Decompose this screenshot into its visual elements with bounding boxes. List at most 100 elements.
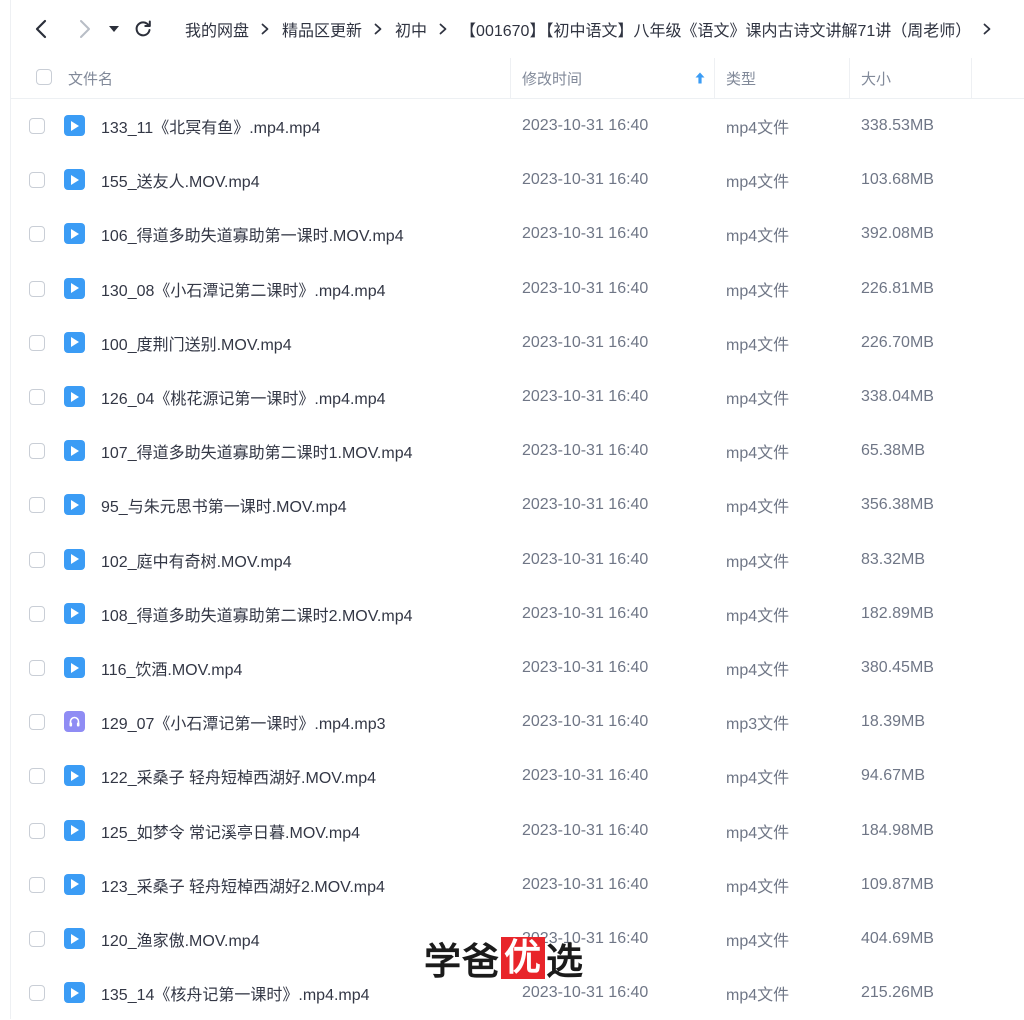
- file-name[interactable]: 107_得道多助失道寡助第二课时1.MOV.mp4: [101, 424, 413, 478]
- row-checkbox[interactable]: [29, 389, 45, 405]
- file-name[interactable]: 106_得道多助失道寡助第一课时.MOV.mp4: [101, 207, 404, 261]
- file-row[interactable]: 133_11《北冥有鱼》.mp4.mp4 2023-10-31 16:40 mp4文…: [11, 99, 1024, 153]
- file-row[interactable]: 108_得道多助失道寡助第二课时2.MOV.mp4 2023-10-31 16:4…: [11, 587, 1024, 641]
- file-size: 226.81MB: [861, 279, 934, 297]
- file-size: 380.45MB: [861, 659, 934, 676]
- file-row[interactable]: 125_如梦令 常记溪亭日暮.MOV.mp4 2023-10-31 16:40 mp…: [11, 804, 1024, 858]
- file-name[interactable]: 95_与朱元思书第一课时.MOV.mp4: [101, 478, 347, 532]
- file-type: mp4文件: [726, 933, 790, 950]
- file-name[interactable]: 130_08《小石潭记第二课时》.mp4.mp4: [101, 262, 386, 316]
- video-file-icon: [64, 982, 85, 1004]
- file-list-header: 文件名 修改时间 类型 大小: [11, 58, 1024, 99]
- file-size: 338.04MB: [861, 388, 934, 405]
- file-size: 182.89MB: [861, 604, 934, 622]
- row-checkbox[interactable]: [29, 876, 45, 893]
- navigation-bar: 我的网盘 精品区更新 初中 【001670】【初中语文】八年级《语文》课内古诗文…: [0, 0, 1024, 58]
- row-checkbox[interactable]: [29, 605, 45, 622]
- file-type: mp4文件: [726, 553, 790, 571]
- row-checkbox[interactable]: [29, 118, 45, 134]
- file-name[interactable]: 155_送友人.MOV.mp4: [101, 153, 260, 207]
- file-row[interactable]: 126_04《桃花源记第一课时》.mp4.mp4 2023-10-31 16:40…: [11, 370, 1024, 424]
- file-row[interactable]: 102_庭中有奇树.MOV.mp4 2023-10-31 16:40 mp4文件 83…: [11, 533, 1024, 587]
- breadcrumb-item-root[interactable]: 我的网盘: [185, 17, 249, 41]
- row-checkbox[interactable]: [29, 443, 45, 460]
- back-button[interactable]: [30, 14, 52, 44]
- column-header-type[interactable]: 类型: [726, 58, 756, 98]
- file-size: 83.32MB: [861, 550, 926, 568]
- watermark-logo: 学爸优选: [424, 934, 584, 984]
- row-checkbox[interactable]: [29, 497, 45, 514]
- refresh-icon: [135, 20, 151, 37]
- select-all-checkbox[interactable]: [36, 69, 52, 85]
- file-row[interactable]: 106_得道多助失道寡助第一课时.MOV.mp4 2023-10-31 16:40…: [11, 207, 1024, 261]
- watermark-text: 选: [546, 940, 584, 983]
- row-checkbox[interactable]: [29, 822, 45, 839]
- row-checkbox[interactable]: [29, 551, 45, 568]
- file-type: mp4文件: [726, 824, 790, 842]
- video-file-icon: [64, 602, 85, 624]
- row-checkbox[interactable]: [29, 714, 45, 731]
- file-type: mp4文件: [726, 607, 790, 625]
- file-row[interactable]: 100_度荆门送别.MOV.mp4 2023-10-31 16:40 mp4文件 22…: [11, 316, 1024, 370]
- file-name[interactable]: 135_14《核舟记第一课时》.mp4.mp4: [101, 966, 370, 1020]
- row-checkbox[interactable]: [29, 280, 45, 297]
- column-header-size[interactable]: 大小: [861, 58, 891, 98]
- file-name[interactable]: 122_采桑子 轻舟短棹西湖好.MOV.mp4: [101, 749, 376, 803]
- video-file-icon: [64, 873, 85, 895]
- refresh-button[interactable]: [132, 14, 154, 44]
- breadcrumb-separator-icon: [983, 23, 991, 35]
- file-modified-date: 2023-10-31 16:40: [522, 171, 649, 189]
- video-file-icon: [64, 548, 85, 570]
- file-size: 404.69MB: [861, 930, 934, 947]
- column-header-modified[interactable]: 修改时间: [522, 58, 582, 98]
- file-name[interactable]: 100_度荆门送别.MOV.mp4: [101, 316, 292, 370]
- video-file-icon: [64, 819, 85, 841]
- breadcrumb-item-junior-high[interactable]: 初中: [395, 17, 427, 41]
- sort-ascending-icon[interactable]: [695, 58, 705, 98]
- file-row[interactable]: 122_采桑子 轻舟短棹西湖好.MOV.mp4 2023-10-31 16:40 m…: [11, 749, 1024, 803]
- row-checkbox[interactable]: [29, 931, 45, 947]
- file-name[interactable]: 108_得道多助失道寡助第二课时2.MOV.mp4: [101, 587, 413, 641]
- file-name[interactable]: 123_采桑子 轻舟短棹西湖好2.MOV.mp4: [101, 858, 385, 912]
- file-row[interactable]: 116_饮酒.MOV.mp4 2023-10-31 16:40 mp4文件 380.4…: [11, 641, 1024, 695]
- breadcrumb-separator-icon: [374, 23, 382, 35]
- column-divider: [714, 58, 715, 98]
- file-type: mp4文件: [726, 662, 790, 679]
- file-modified-date: 2023-10-31 16:40: [522, 875, 649, 893]
- row-checkbox[interactable]: [29, 768, 45, 785]
- column-divider: [971, 58, 972, 98]
- file-row[interactable]: 130_08《小石潭记第二课时》.mp4.mp4 2023-10-31 16:40…: [11, 262, 1024, 316]
- file-type: mp4文件: [726, 336, 790, 354]
- file-name[interactable]: 126_04《桃花源记第一课时》.mp4.mp4: [101, 370, 386, 424]
- row-checkbox[interactable]: [29, 172, 45, 189]
- history-dropdown-button[interactable]: [106, 14, 122, 44]
- file-size: 184.98MB: [861, 821, 934, 839]
- file-name[interactable]: 120_渔家傲.MOV.mp4: [101, 912, 260, 966]
- file-row[interactable]: 155_送友人.MOV.mp4 2023-10-31 16:40 mp4文件 103.…: [11, 153, 1024, 207]
- file-name[interactable]: 125_如梦令 常记溪亭日暮.MOV.mp4: [101, 804, 360, 858]
- row-checkbox[interactable]: [29, 985, 45, 1002]
- row-checkbox[interactable]: [29, 226, 45, 243]
- file-row[interactable]: 129_07《小石潭记第一课时》.mp4.mp3 2023-10-31 16:40…: [11, 695, 1024, 749]
- breadcrumb-item-current-folder[interactable]: 【001670】【初中语文】八年级《语文》课内古诗文讲解71讲（周老师）: [460, 17, 971, 41]
- row-checkbox[interactable]: [29, 660, 45, 676]
- file-size: 109.87MB: [861, 875, 934, 893]
- file-name[interactable]: 129_07《小石潭记第一课时》.mp4.mp3: [101, 695, 386, 749]
- file-name[interactable]: 116_饮酒.MOV.mp4: [101, 641, 242, 695]
- file-modified-date: 2023-10-31 16:40: [522, 442, 649, 460]
- file-size: 18.39MB: [861, 713, 926, 731]
- file-type: mp4文件: [726, 228, 790, 246]
- video-file-icon: [64, 169, 85, 191]
- file-name[interactable]: 102_庭中有奇树.MOV.mp4: [101, 533, 292, 587]
- breadcrumb-item-premium[interactable]: 精品区更新: [282, 17, 362, 41]
- file-row[interactable]: 95_与朱元思书第一课时.MOV.mp4 2023-10-31 16:40 mp4文…: [11, 478, 1024, 532]
- column-header-name[interactable]: 文件名: [68, 58, 113, 98]
- chevron-right-icon: [80, 20, 90, 38]
- file-row[interactable]: 107_得道多助失道寡助第二课时1.MOV.mp4 2023-10-31 16:4…: [11, 424, 1024, 478]
- video-file-icon: [64, 657, 85, 678]
- file-row[interactable]: 123_采桑子 轻舟短棹西湖好2.MOV.mp4 2023-10-31 16:40…: [11, 858, 1024, 912]
- file-type: mp4文件: [726, 391, 790, 408]
- file-name[interactable]: 133_11《北冥有鱼》.mp4.mp4: [101, 99, 320, 153]
- forward-button[interactable]: [74, 14, 96, 44]
- row-checkbox[interactable]: [29, 334, 45, 351]
